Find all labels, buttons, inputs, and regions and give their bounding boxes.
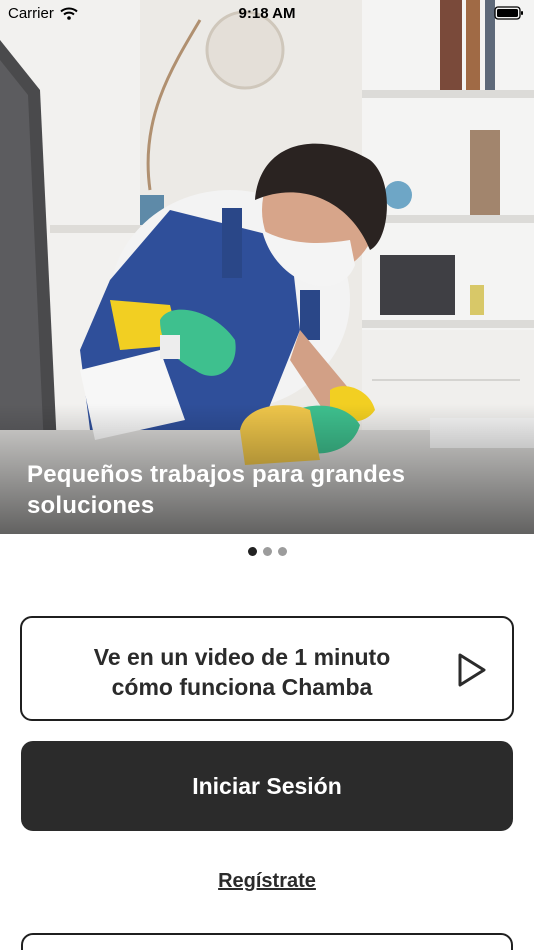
hero-carousel[interactable]: Pequeños trabajos para grandes solucione… (0, 0, 534, 534)
register-link[interactable]: Regístrate (0, 870, 534, 893)
play-icon (458, 653, 486, 687)
watch-video-label: Ve en un video de 1 minuto cómo funciona… (22, 642, 462, 702)
page-dot-3[interactable] (277, 547, 287, 556)
page-dot-1[interactable] (247, 547, 257, 556)
watch-video-button[interactable]: Ve en un video de 1 minuto cómo funciona… (20, 616, 514, 721)
page-dot-2[interactable] (262, 547, 272, 556)
status-time: 9:18 AM (238, 5, 296, 22)
hero-caption: Pequeños trabajos para grandes solucione… (27, 461, 406, 519)
status-bar: Carrier 9:18 AM (0, 0, 534, 28)
watch-video-label-line2: cómo funciona Chamba (111, 674, 373, 700)
secondary-button-partial[interactable] (21, 933, 513, 950)
carousel-page-indicator[interactable] (0, 547, 534, 557)
watch-video-label-line1: Ve en un video de 1 minuto (93, 644, 391, 670)
login-button[interactable]: Iniciar Sesión (21, 741, 513, 831)
battery-icon (494, 6, 524, 24)
